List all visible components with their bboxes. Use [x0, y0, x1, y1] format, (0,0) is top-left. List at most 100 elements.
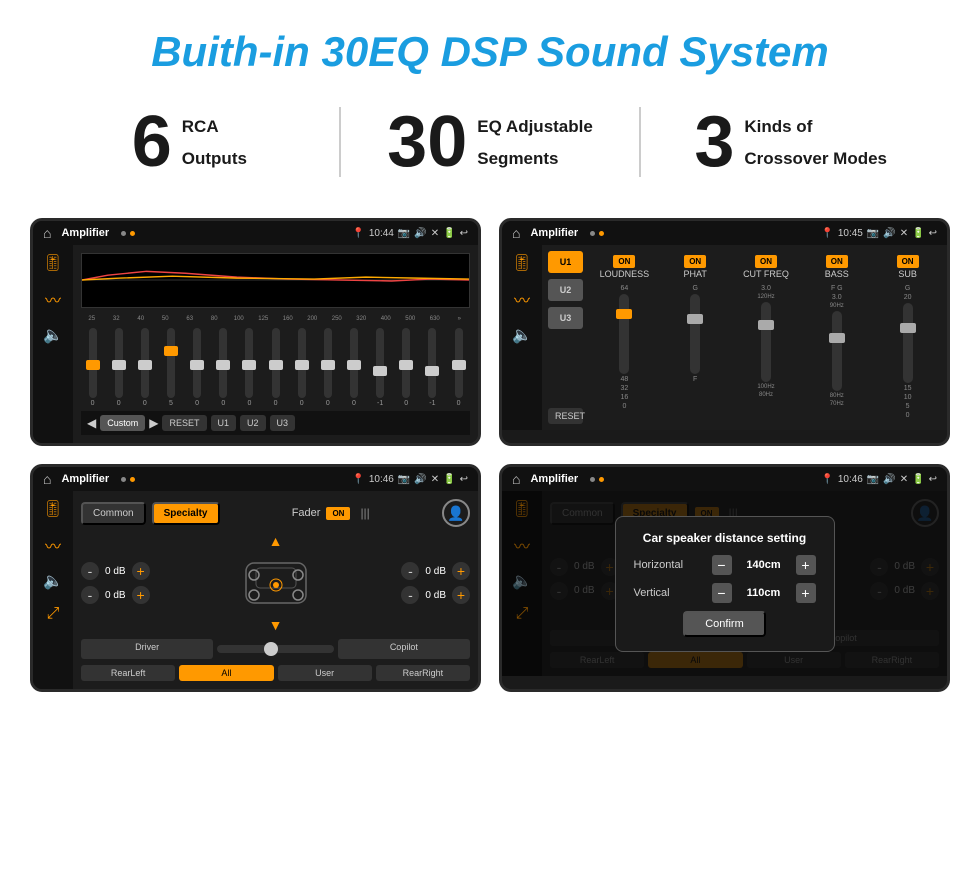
horizontal-plus[interactable]: +: [796, 555, 816, 575]
modal-title: Car speaker distance setting: [634, 531, 816, 545]
wave-icon[interactable]: 〰: [45, 287, 61, 311]
preset-u1[interactable]: U1: [548, 251, 583, 273]
eq-screen: ⌂ Amplifier 📍 10:44 📷 🔊 ✕ 🔋 ↩ 🎚 〰 🔈: [30, 218, 481, 446]
vslider-bass[interactable]: F G 3.0 90Hz 80Hz 70Hz: [803, 285, 870, 424]
preset-custom[interactable]: Custom: [100, 415, 145, 431]
slider-11[interactable]: 0: [342, 328, 365, 407]
wave-icon-2[interactable]: 〰: [514, 287, 530, 311]
volume-icon-4: 🔊: [883, 474, 895, 485]
home-icon-3[interactable]: ⌂: [43, 471, 51, 487]
speaker-icon-3[interactable]: 🔈: [43, 571, 63, 591]
u3-btn[interactable]: U3: [270, 415, 296, 431]
vslider-loudness[interactable]: 64 48 32 16 0: [591, 285, 658, 424]
btn-driver[interactable]: Driver: [81, 639, 213, 659]
plus-2[interactable]: +: [132, 586, 150, 604]
plus-1[interactable]: +: [132, 562, 150, 580]
slider-14[interactable]: -1: [421, 328, 444, 407]
u2-btn[interactable]: U2: [240, 415, 266, 431]
freq-more[interactable]: »: [449, 316, 471, 322]
status-icons-4: 📍 10:46 📷 🔊 ✕ 🔋 ↩: [821, 474, 937, 485]
home-icon-1[interactable]: ⌂: [43, 225, 51, 241]
slider-7[interactable]: 0: [238, 328, 261, 407]
minus-1[interactable]: -: [81, 562, 99, 580]
camera-icon-3: 📷: [398, 474, 410, 485]
minus-2[interactable]: -: [81, 586, 99, 604]
prev-icon[interactable]: ◀: [87, 416, 96, 430]
eq-icon[interactable]: 🎚: [43, 253, 63, 273]
minus-4[interactable]: -: [401, 586, 419, 604]
profile-icon[interactable]: 👤: [442, 499, 470, 527]
btn-rearright[interactable]: RearRight: [376, 665, 470, 681]
slider-12[interactable]: -1: [369, 328, 392, 407]
speaker-icon[interactable]: 🔈: [43, 325, 63, 345]
volume-icon-2: 🔊: [883, 228, 895, 239]
btn-copilot[interactable]: Copilot: [338, 639, 470, 659]
vertical-label: Vertical: [634, 587, 704, 599]
expand-icon-3[interactable]: ⤢: [47, 605, 60, 623]
slider-5[interactable]: 0: [186, 328, 209, 407]
distance-screen: ⌂ Amplifier 📍 10:46 📷 🔊 ✕ 🔋 ↩ 🎚 〰 🔈 ⤢: [499, 464, 950, 692]
on-badge-sub: ON SUB: [874, 251, 941, 279]
u1-btn[interactable]: U1: [211, 415, 237, 431]
eq-graph: [81, 253, 470, 308]
tab-specialty[interactable]: Specialty: [152, 502, 220, 525]
back-icon-2[interactable]: ↩: [929, 228, 937, 239]
x-icon-4: ✕: [900, 474, 908, 485]
slider-1[interactable]: 0: [81, 328, 104, 407]
wave-icon-3[interactable]: 〰: [45, 533, 61, 557]
minus-3[interactable]: -: [401, 562, 419, 580]
slider-15[interactable]: 0: [447, 328, 470, 407]
vertical-minus[interactable]: −: [712, 583, 732, 603]
eq-icon-3[interactable]: 🎚: [43, 499, 63, 519]
confirm-button[interactable]: Confirm: [683, 611, 766, 637]
tab-common[interactable]: Common: [81, 502, 146, 525]
crossover-reset[interactable]: RESET: [548, 408, 583, 424]
freq-200: 200: [302, 316, 324, 322]
vslider-sub[interactable]: G 20 15 10 5 0: [874, 285, 941, 424]
freq-125: 125: [253, 316, 275, 322]
reset-btn[interactable]: RESET: [162, 415, 206, 431]
slider-6[interactable]: 0: [212, 328, 235, 407]
home-icon-4[interactable]: ⌂: [512, 471, 520, 487]
plus-3[interactable]: +: [452, 562, 470, 580]
status-dots-1: [121, 231, 135, 236]
slider-13[interactable]: 0: [395, 328, 418, 407]
preset-u2[interactable]: U2: [548, 279, 583, 301]
next-icon[interactable]: ▶: [149, 416, 158, 430]
fader-bottom-btns-2: RearLeft All User RearRight: [81, 665, 470, 681]
page-title: Buith-in 30EQ DSP Sound System: [0, 0, 980, 96]
btn-all[interactable]: All: [179, 665, 273, 681]
slider-2[interactable]: 0: [107, 328, 130, 407]
app-title-3: Amplifier: [61, 473, 109, 485]
btn-rearleft[interactable]: RearLeft: [81, 665, 175, 681]
plus-4[interactable]: +: [452, 586, 470, 604]
fader-on-badge[interactable]: ON: [326, 507, 350, 520]
horizontal-minus[interactable]: −: [712, 555, 732, 575]
vslider-phat[interactable]: G F: [662, 285, 729, 424]
dot1: [121, 231, 126, 236]
preset-u3[interactable]: U3: [548, 307, 583, 329]
slider-3[interactable]: 0: [133, 328, 156, 407]
speaker-icon-2[interactable]: 🔈: [512, 325, 532, 345]
btn-user[interactable]: User: [278, 665, 372, 681]
fader-main: Common Specialty Fader ON ||| 👤 - 0 dB +: [73, 491, 478, 689]
horizontal-label: Horizontal: [634, 559, 704, 571]
distance-modal: Car speaker distance setting Horizontal …: [615, 516, 835, 652]
slider-9[interactable]: 0: [290, 328, 313, 407]
back-icon-3[interactable]: ↩: [460, 474, 468, 485]
chevron-up-icon[interactable]: ▲: [269, 533, 283, 549]
sub-label: SUB: [874, 269, 941, 279]
eq-main: 25 32 40 50 63 80 100 125 160 200 250 32…: [73, 245, 478, 443]
back-icon[interactable]: ↩: [460, 228, 468, 239]
back-icon-4[interactable]: ↩: [929, 474, 937, 485]
vertical-plus[interactable]: +: [796, 583, 816, 603]
slider-10[interactable]: 0: [316, 328, 339, 407]
chevron-down-icon[interactable]: ▼: [269, 617, 283, 633]
eq-icon-2[interactable]: 🎚: [512, 253, 532, 273]
slider-4[interactable]: 5: [159, 328, 182, 407]
home-icon-2[interactable]: ⌂: [512, 225, 520, 241]
vslider-cutfreq[interactable]: 3.0 120Hz 100Hz 80Hz: [733, 285, 800, 424]
slider-8[interactable]: 0: [264, 328, 287, 407]
stat-rca-number: 6: [132, 106, 172, 178]
x-icon: ✕: [431, 228, 439, 239]
